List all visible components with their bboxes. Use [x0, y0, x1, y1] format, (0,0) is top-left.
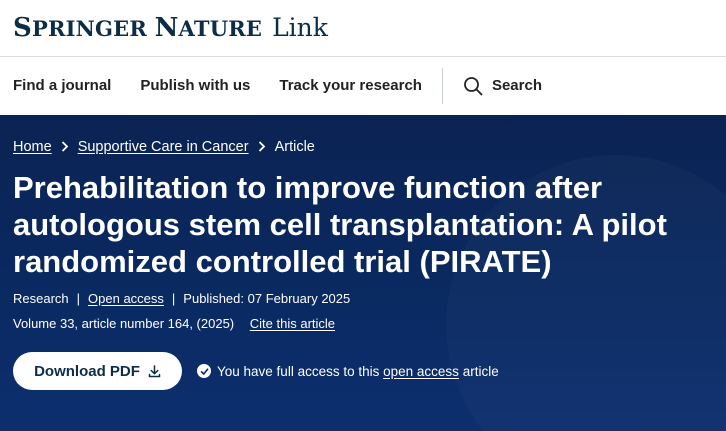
access-status: You have full access to this open access…	[197, 364, 499, 379]
volume-info: Volume 33, article number 164, (2025)	[13, 316, 235, 331]
article-type: Research	[13, 291, 69, 306]
springer-nature-logo[interactable]: SPRINGER NATURE Link	[13, 13, 328, 43]
search-icon	[464, 76, 483, 95]
search-label: Search	[491, 77, 542, 94]
article-meta: Research | Open access | Published: 07 F…	[13, 291, 713, 306]
nav-divider	[441, 67, 443, 104]
breadcrumb-journal[interactable]: Supportive Care in Cancer	[78, 139, 249, 155]
download-pdf-button[interactable]: Download PDF	[13, 352, 182, 390]
brand-name: SPRINGER NATURE	[13, 13, 263, 43]
open-access-link[interactable]: Open access	[88, 291, 164, 306]
download-pdf-label: Download PDF	[34, 362, 140, 380]
access-prefix: You have full access to this	[217, 363, 380, 379]
site-header: SPRINGER NATURE Link	[0, 0, 726, 57]
article-title: Prehabilitation to improve function afte…	[13, 170, 667, 279]
access-suffix: article	[462, 363, 499, 379]
chevron-right-icon	[61, 140, 69, 155]
nav-find-journal[interactable]: Find a journal	[13, 77, 111, 94]
meta-separator: |	[171, 291, 176, 306]
article-volume-row: Volume 33, article number 164, (2025) Ci…	[13, 316, 713, 331]
breadcrumb-home[interactable]: Home	[13, 139, 52, 155]
main-nav: Find a journal Publish with us Track you…	[0, 57, 726, 114]
cite-article-link[interactable]: Cite this article	[250, 316, 335, 331]
check-circle-icon	[197, 364, 211, 378]
nav-track-research[interactable]: Track your research	[279, 77, 422, 94]
meta-separator: |	[76, 291, 81, 306]
access-open-access-link[interactable]: open access	[383, 364, 459, 379]
article-actions: Download PDF You have full access to thi…	[13, 352, 713, 390]
brand-product: Link	[272, 13, 328, 42]
nav-publish-with-us[interactable]: Publish with us	[140, 77, 250, 94]
article-hero: Home Supportive Care in Cancer Article P…	[0, 115, 726, 431]
chevron-right-icon	[258, 140, 266, 155]
search-button[interactable]: Search	[463, 76, 542, 96]
published-date: Published: 07 February 2025	[183, 291, 351, 306]
breadcrumb-current: Article	[274, 139, 315, 155]
download-icon	[148, 364, 161, 377]
breadcrumb: Home Supportive Care in Cancer Article	[13, 139, 713, 155]
